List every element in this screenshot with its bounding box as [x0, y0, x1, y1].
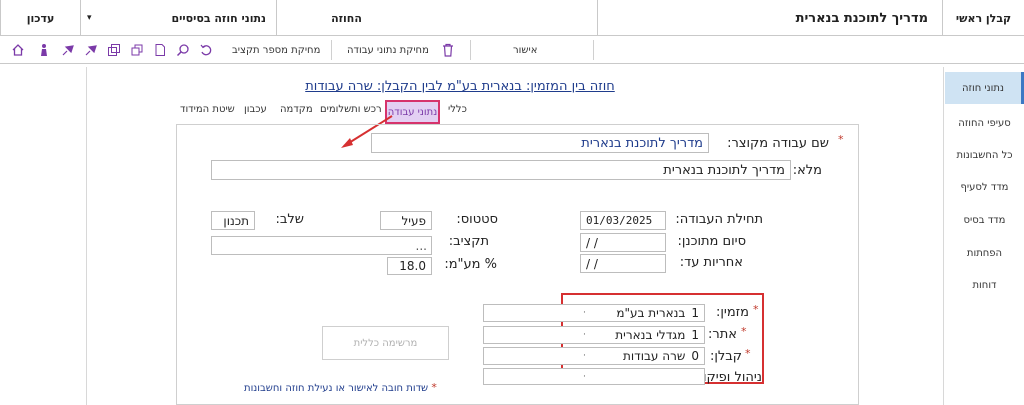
required-mark: * [741, 325, 747, 338]
full-name-label: מלא: [792, 163, 822, 178]
sidebar-item-contract-data[interactable]: נתוני חוזה [945, 72, 1024, 104]
dropdown-icon: · [583, 372, 586, 382]
project-title: מדריך לתוכנת בנארית [597, 0, 942, 36]
required-mark: * [753, 303, 759, 316]
vat-label: % מע"מ: [444, 257, 497, 272]
chevron-down-icon: ▾ [87, 13, 92, 23]
budget-label: תקציב: [448, 234, 489, 249]
planned-end-field[interactable]: / / [580, 233, 666, 252]
required-fields-note: * שדות חובה לאישור או נעילת חוזה וחשבונו… [244, 381, 437, 394]
role-label: קבלן ראשי [942, 0, 1024, 36]
data-dropdown-label: נתוני חוזה בסיסיים [171, 11, 267, 25]
stage-field[interactable]: תכנון [211, 211, 255, 230]
start-date-label: תחילת העבודה: [675, 212, 763, 227]
contractor-label: קבלן: [709, 349, 742, 364]
sidebar-item-contract-sections[interactable]: סעיפי החוזה [945, 107, 1024, 139]
sidebar: נתוני חוזה סעיפי החוזה כל החשבונות מדד ל… [945, 67, 1024, 405]
required-mark: * [838, 133, 844, 146]
toolbar: מחיקת מספר תקציב מחיקת נתוני עבודה אישור [0, 36, 1024, 64]
required-mark: * [745, 347, 751, 360]
client-number: 1 [691, 306, 699, 320]
search-icon[interactable] [173, 40, 192, 59]
site-number: 1 [691, 328, 699, 342]
dropdown-icon: · [583, 351, 586, 361]
window-icon[interactable] [104, 40, 123, 59]
required-mark: * [431, 381, 437, 394]
trash-icon[interactable] [441, 40, 455, 59]
sidebar-item-base-index[interactable]: מדד בסיס [945, 204, 1024, 236]
contractor-value: שרה עבודות [623, 349, 686, 363]
page-title: חוזה בין המזמין: בנארית בע"מ לבין הקבלן:… [305, 79, 615, 94]
sidebar-item-reports[interactable]: דוחות [945, 269, 1024, 301]
client-label: מזמין: [716, 305, 749, 320]
client-value: בנארית בע"מ [616, 306, 686, 320]
warranty-field[interactable]: / / [580, 254, 666, 273]
contractor-number: 0 [691, 349, 699, 363]
tab-general[interactable]: כללי [448, 104, 467, 115]
home-icon[interactable] [8, 40, 27, 59]
update-button[interactable]: עדכון [0, 0, 80, 36]
site-value: מגדלי בנארית [615, 328, 686, 342]
stage-label: שלב: [275, 212, 305, 227]
delete-budget-number-button[interactable]: מחיקת מספר תקציב [232, 36, 320, 64]
short-name-field[interactable]: מדריך לתוכנת בנארית [371, 133, 709, 153]
person-icon[interactable] [34, 40, 53, 59]
supervision-select[interactable]: · [483, 368, 705, 385]
full-name-field[interactable]: מדריך לתוכנת בנארית [211, 160, 791, 180]
toolbar-divider [470, 40, 471, 60]
dropdown-icon: · [583, 308, 586, 318]
toolbar-divider [331, 40, 332, 60]
document-icon[interactable] [150, 40, 169, 59]
required-fields-note-text: שדות חובה לאישור או נעילת חוזה וחשבונות [244, 383, 429, 394]
general-list-button[interactable]: מרשימה כללית [322, 326, 449, 360]
approve-button[interactable]: אישור [513, 36, 537, 64]
warranty-label: אחריות עד: [679, 255, 743, 270]
tab-measurement-method[interactable]: שיטת המידוד [180, 104, 235, 115]
tab-advance[interactable]: מקדמה [280, 104, 313, 115]
toolbar-divider [593, 40, 594, 60]
client-select[interactable]: 1 בנארית בע"מ · [483, 304, 705, 322]
copy-icon[interactable] [127, 40, 146, 59]
sidebar-item-section-index[interactable]: מדד לסעיף [945, 171, 1024, 203]
pin-outline-icon[interactable] [81, 40, 100, 59]
vat-field[interactable]: 18.0 [387, 257, 432, 275]
status-label: סטטוס: [456, 212, 498, 227]
pin-icon[interactable] [58, 40, 77, 59]
contractor-select[interactable]: 0 שרה עבודות · [483, 347, 705, 365]
budget-field[interactable]: ... [211, 236, 432, 255]
budget-lookup-button[interactable]: ... [416, 239, 427, 253]
undo-icon[interactable] [196, 40, 215, 59]
start-date-field[interactable]: 01/03/2025 [580, 211, 666, 230]
short-name-label: שם עבודה מקוצר: [727, 136, 829, 151]
tab-retention[interactable]: עכבון [244, 104, 267, 115]
dropdown-icon: · [583, 330, 586, 340]
app-header: קבלן ראשי מדריך לתוכנת בנארית החוזה ▾ נת… [0, 0, 1024, 36]
sidebar-item-deductions[interactable]: הפחתות [945, 237, 1024, 269]
site-label: אתר: [708, 327, 737, 342]
delete-work-data-button[interactable]: מחיקת נתוני עבודה [347, 36, 429, 64]
sidebar-item-all-accounts[interactable]: כל החשבונות [945, 139, 1024, 171]
section-label[interactable]: החוזה [276, 0, 416, 36]
planned-end-label: סיום מתוכנן: [677, 234, 746, 249]
status-field[interactable]: פעיל [380, 211, 432, 230]
site-select[interactable]: 1 מגדלי בנארית · [483, 326, 705, 344]
data-dropdown[interactable]: ▾ נתוני חוזה בסיסיים [80, 0, 276, 36]
